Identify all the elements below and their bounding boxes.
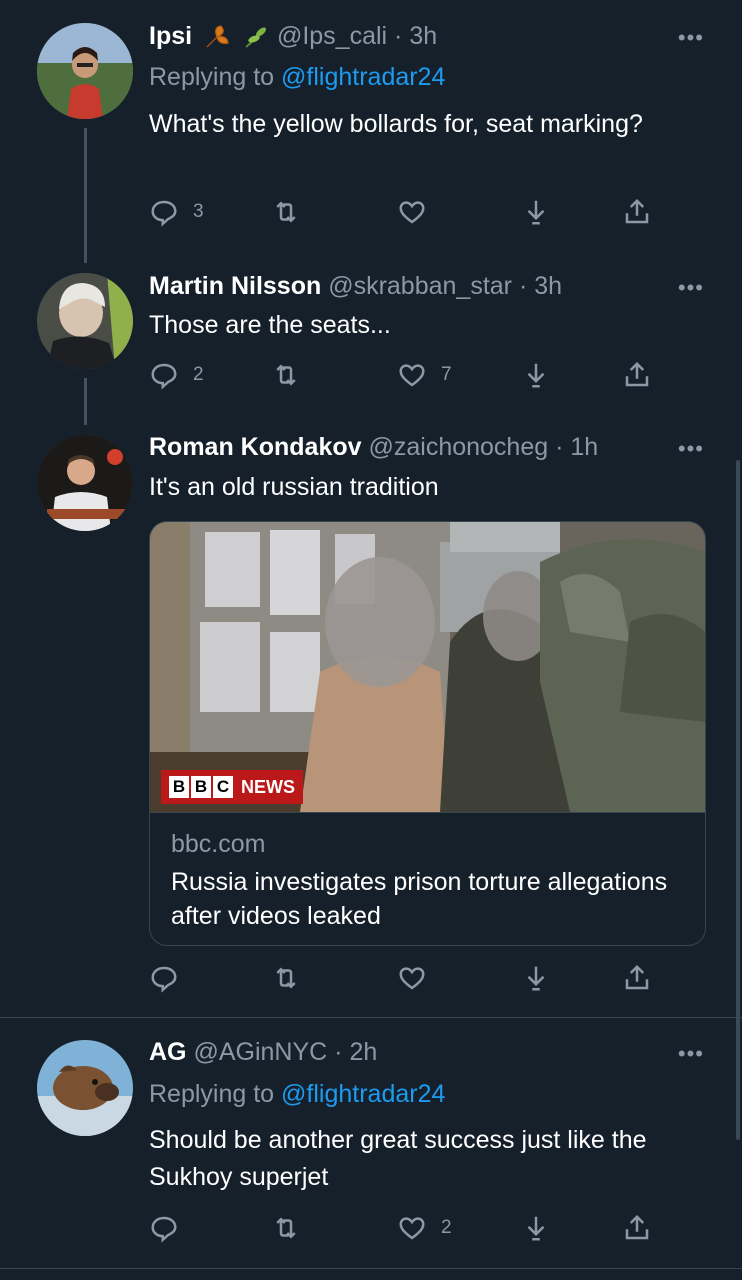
reply-button[interactable] <box>149 1210 179 1246</box>
tweet-divider <box>0 1268 742 1269</box>
bbc-letter: C <box>213 776 233 798</box>
retweet-icon <box>276 967 296 989</box>
tweet-roman-kondakov[interactable]: Roman Kondakov @zaichonocheg · 1h ••• It… <box>0 0 742 1017</box>
share-icon <box>625 1214 649 1240</box>
prison-video-still <box>150 522 705 812</box>
avatar-roman-image <box>37 435 133 531</box>
tweet-ag[interactable]: AG @AGinNYC · 2h ••• Replying to @flight… <box>0 1018 742 1268</box>
tweet-actions <box>149 960 669 996</box>
like-button[interactable]: 2 <box>397 1210 452 1246</box>
avatar-ag-image <box>37 1040 133 1136</box>
tweet-actions: 2 <box>149 1210 669 1246</box>
bbc-news-badge: B B C NEWS <box>161 770 303 804</box>
timestamp[interactable]: 1h <box>570 433 598 461</box>
timestamp[interactable]: 2h <box>349 1038 377 1066</box>
download-icon <box>527 1216 545 1241</box>
avatar-ag[interactable] <box>37 1040 133 1136</box>
like-button[interactable] <box>397 960 427 996</box>
bbc-letter: B <box>191 776 211 798</box>
share-button[interactable] <box>622 1210 652 1246</box>
share-icon <box>625 964 649 990</box>
share-button[interactable] <box>622 960 652 996</box>
separator-dot: · <box>555 433 564 461</box>
retweet-icon <box>276 1217 296 1239</box>
replying-to-prefix: Replying to <box>149 1080 282 1108</box>
avatar-roman-kondakov[interactable] <box>37 435 133 531</box>
display-name[interactable]: Roman Kondakov <box>149 433 362 461</box>
handle[interactable]: @zaichonocheg <box>368 433 548 461</box>
tweet-text: Should be another great success just lik… <box>149 1126 647 1191</box>
download-button[interactable] <box>521 960 551 996</box>
download-icon <box>527 966 545 991</box>
bbc-news-label: NEWS <box>241 776 295 797</box>
bbc-letter: B <box>169 776 189 798</box>
download-button[interactable] <box>521 1210 551 1246</box>
reply-icon <box>151 1216 177 1243</box>
separator-dot: · <box>334 1038 343 1066</box>
heart-icon <box>399 967 425 990</box>
card-divider <box>150 812 705 813</box>
replying-to: Replying to @flightradar24 <box>149 1078 445 1110</box>
scrollbar[interactable] <box>736 460 740 1140</box>
retweet-button[interactable] <box>271 960 301 996</box>
replying-to-mention[interactable]: @flightradar24 <box>281 1080 445 1108</box>
display-name[interactable]: AG <box>149 1038 187 1066</box>
link-preview-image: B B C NEWS <box>150 522 705 812</box>
more-options-icon[interactable]: ••• <box>678 1043 704 1065</box>
heart-icon <box>399 1217 425 1240</box>
tweet-text: It's an old russian tradition <box>149 473 439 501</box>
like-count: 2 <box>441 1217 452 1238</box>
tweet-header: Roman Kondakov @zaichonocheg · 1h <box>149 431 598 463</box>
reply-button[interactable] <box>149 960 179 996</box>
handle[interactable]: @AGinNYC <box>193 1038 327 1066</box>
retweet-button[interactable] <box>271 1210 301 1246</box>
link-preview-card[interactable]: B B C NEWS bbc.com Russia investigates p… <box>149 521 706 946</box>
more-options-icon[interactable]: ••• <box>678 438 704 460</box>
link-domain: bbc.com <box>171 830 266 858</box>
tweet-header: AG @AGinNYC · 2h <box>149 1036 377 1068</box>
reply-icon <box>151 966 177 993</box>
link-title: Russia investigates prison torture alleg… <box>171 868 668 930</box>
